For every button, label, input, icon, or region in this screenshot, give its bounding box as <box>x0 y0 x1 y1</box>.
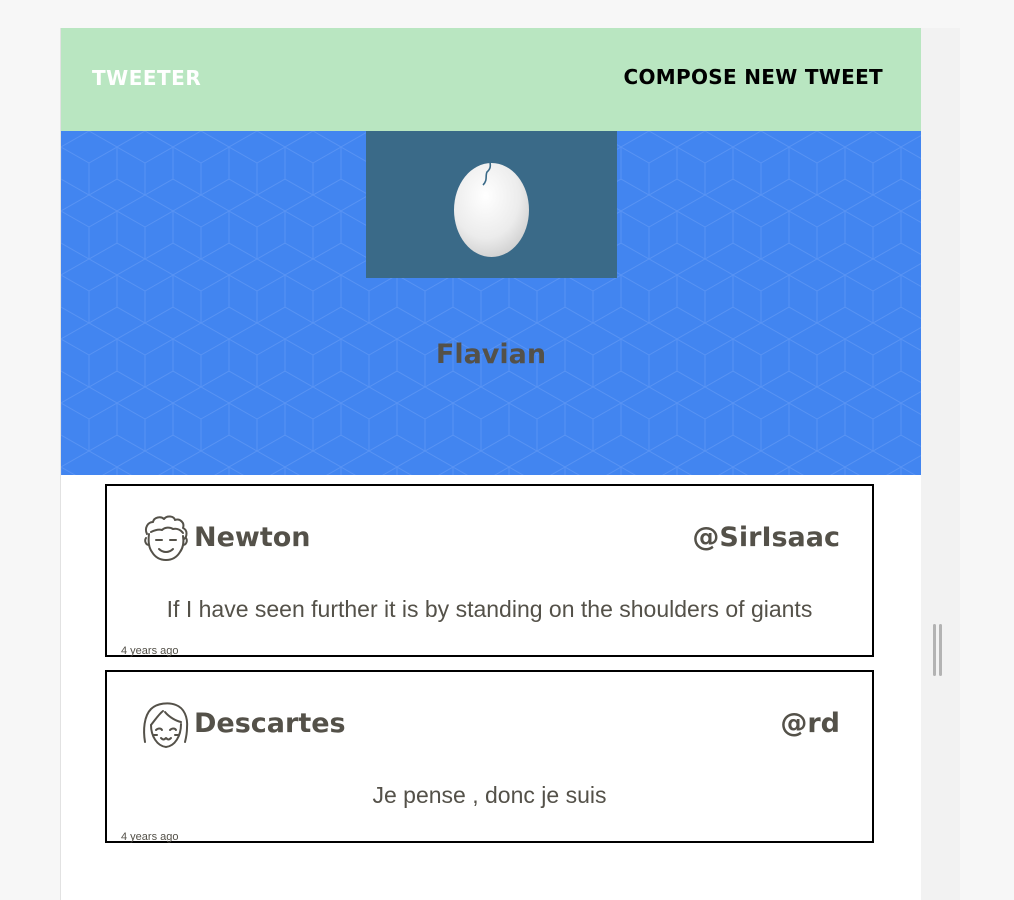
brand-logo[interactable]: TWEETER <box>92 66 201 90</box>
tweet-author-handle[interactable]: @rd <box>780 708 840 739</box>
top-nav: TWEETER COMPOSE NEW TWEET <box>61 28 921 132</box>
resize-handle[interactable] <box>933 624 945 676</box>
tweet-author-name[interactable]: Descartes <box>194 708 346 739</box>
compose-new-tweet-button[interactable]: COMPOSE NEW TWEET <box>624 65 883 89</box>
tweet-timestamp: 4 years ago <box>121 645 179 657</box>
tweet-author-handle[interactable]: @SirIsaac <box>692 522 840 553</box>
profile-banner: Flavian <box>61 131 921 475</box>
page: TWEETER COMPOSE NEW TWEET Flavian Newton… <box>60 28 922 900</box>
curly-hair-face-icon <box>139 512 193 566</box>
egg-icon <box>454 155 529 257</box>
tweet-card: Descartes @rd Je pense , donc je suis 4 … <box>105 670 874 843</box>
tweet-timestamp: 4 years ago <box>121 831 179 843</box>
bob-hair-face-icon <box>139 698 193 752</box>
tweet-content: If I have seen further it is by standing… <box>166 596 813 622</box>
profile-name: Flavian <box>435 339 547 370</box>
tweet-content: Je pense , donc je suis <box>372 782 607 808</box>
profile-avatar <box>366 131 617 278</box>
page-gutter <box>921 28 960 900</box>
tweet-author-name[interactable]: Newton <box>194 522 311 553</box>
tweet-card: Newton @SirIsaac If I have seen further … <box>105 484 874 657</box>
